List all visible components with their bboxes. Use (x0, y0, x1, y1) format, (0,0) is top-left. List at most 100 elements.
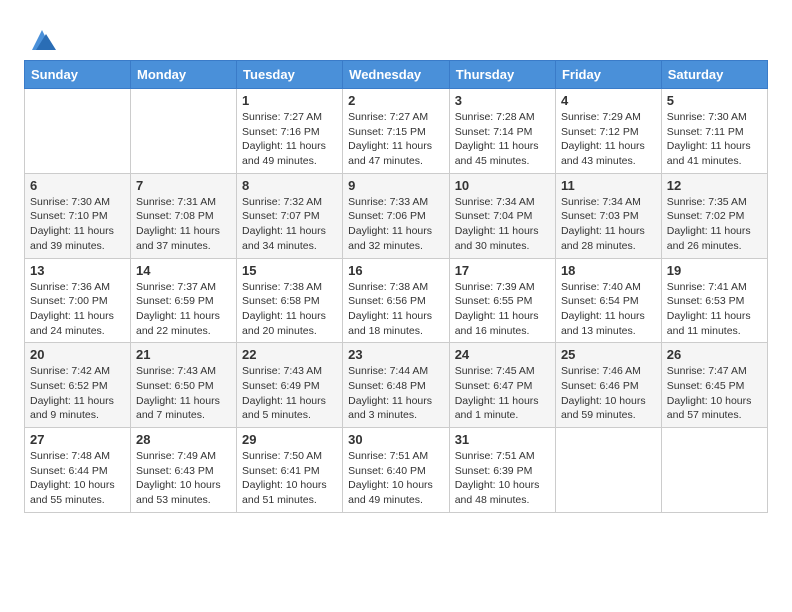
calendar-header-wednesday: Wednesday (343, 61, 450, 89)
day-number: 23 (348, 347, 444, 362)
day-number: 29 (242, 432, 337, 447)
day-number: 6 (30, 178, 125, 193)
calendar-cell: 17Sunrise: 7:39 AM Sunset: 6:55 PM Dayli… (449, 258, 555, 343)
day-info: Sunrise: 7:28 AM Sunset: 7:14 PM Dayligh… (455, 110, 550, 169)
calendar-cell: 9 Sunrise: 7:33 AM Sunset: 7:06 PM Daylig… (343, 173, 450, 258)
calendar-cell: 30 Sunrise: 7:51 AM Sunset: 6:40 PM Dayli… (343, 428, 450, 513)
day-info: Sunrise: 7:42 AM Sunset: 6:52 PM Dayligh… (30, 364, 125, 423)
day-number: 8 (242, 178, 337, 193)
calendar-cell: 3 Sunrise: 7:28 AM Sunset: 7:14 PM Daylig… (449, 89, 555, 174)
calendar-cell (25, 89, 131, 174)
calendar-cell: 1 Sunrise: 7:27 AM Sunset: 7:16 PM Daylig… (237, 89, 343, 174)
day-info: Sunrise: 7:34 AM Sunset: 7:03 PM Dayligh… (561, 195, 656, 254)
calendar-cell: 27 Sunrise: 7:48 AM Sunset: 6:44 PM Dayli… (25, 428, 131, 513)
day-number: 4 (561, 93, 656, 108)
calendar-cell (555, 428, 661, 513)
calendar-header-thursday: Thursday (449, 61, 555, 89)
calendar-cell: 13 Sunrise: 7:36 AM Sunset: 7:00 PM Dayli… (25, 258, 131, 343)
day-info: Sunrise: 7:30 AM Sunset: 7:10 PM Dayligh… (30, 195, 125, 254)
logo (24, 24, 56, 54)
day-number: 21 (136, 347, 231, 362)
day-info: Sunrise: 7:43 AM Sunset: 6:49 PM Dayligh… (242, 364, 337, 423)
day-number: 15 (242, 263, 337, 278)
calendar-week-row: 27 Sunrise: 7:48 AM Sunset: 6:44 PM Dayli… (25, 428, 768, 513)
day-info: Sunrise: 7:51 AM Sunset: 6:40 PM Dayligh… (348, 449, 444, 508)
calendar-cell: 26 Sunrise: 7:47 AM Sunset: 6:45 PM Dayli… (661, 343, 767, 428)
day-number: 2 (348, 93, 444, 108)
calendar-header-tuesday: Tuesday (237, 61, 343, 89)
day-info: Sunrise: 7:51 AM Sunset: 6:39 PM Dayligh… (455, 449, 550, 508)
day-info: Sunrise: 7:50 AM Sunset: 6:41 PM Dayligh… (242, 449, 337, 508)
day-number: 24 (455, 347, 550, 362)
day-info: Sunrise: 7:30 AM Sunset: 7:11 PM Dayligh… (667, 110, 762, 169)
day-number: 12 (667, 178, 762, 193)
calendar-cell: 5 Sunrise: 7:30 AM Sunset: 7:11 PM Daylig… (661, 89, 767, 174)
calendar-cell: 23Sunrise: 7:44 AM Sunset: 6:48 PM Dayli… (343, 343, 450, 428)
day-info: Sunrise: 7:27 AM Sunset: 7:16 PM Dayligh… (242, 110, 337, 169)
day-info: Sunrise: 7:33 AM Sunset: 7:06 PM Dayligh… (348, 195, 444, 254)
day-number: 14 (136, 263, 231, 278)
day-number: 27 (30, 432, 125, 447)
calendar-cell: 14 Sunrise: 7:37 AM Sunset: 6:59 PM Dayli… (131, 258, 237, 343)
calendar-cell: 8 Sunrise: 7:32 AM Sunset: 7:07 PM Daylig… (237, 173, 343, 258)
day-info: Sunrise: 7:46 AM Sunset: 6:46 PM Dayligh… (561, 364, 656, 423)
day-number: 16 (348, 263, 444, 278)
day-number: 19 (667, 263, 762, 278)
day-info: Sunrise: 7:49 AM Sunset: 6:43 PM Dayligh… (136, 449, 231, 508)
page-header (24, 20, 768, 54)
calendar-cell: 6 Sunrise: 7:30 AM Sunset: 7:10 PM Daylig… (25, 173, 131, 258)
calendar-cell: 21Sunrise: 7:43 AM Sunset: 6:50 PM Dayli… (131, 343, 237, 428)
day-info: Sunrise: 7:45 AM Sunset: 6:47 PM Dayligh… (455, 364, 550, 423)
day-info: Sunrise: 7:47 AM Sunset: 6:45 PM Dayligh… (667, 364, 762, 423)
logo-icon (28, 26, 56, 54)
calendar-cell: 4 Sunrise: 7:29 AM Sunset: 7:12 PM Daylig… (555, 89, 661, 174)
calendar-cell: 28 Sunrise: 7:49 AM Sunset: 6:43 PM Dayli… (131, 428, 237, 513)
day-number: 22 (242, 347, 337, 362)
calendar-table: SundayMondayTuesdayWednesdayThursdayFrid… (24, 60, 768, 513)
day-info: Sunrise: 7:37 AM Sunset: 6:59 PM Dayligh… (136, 280, 231, 339)
day-info: Sunrise: 7:36 AM Sunset: 7:00 PM Dayligh… (30, 280, 125, 339)
calendar-cell: 29 Sunrise: 7:50 AM Sunset: 6:41 PM Dayli… (237, 428, 343, 513)
day-number: 3 (455, 93, 550, 108)
calendar-header-friday: Friday (555, 61, 661, 89)
calendar-cell: 2 Sunrise: 7:27 AM Sunset: 7:15 PM Daylig… (343, 89, 450, 174)
day-number: 26 (667, 347, 762, 362)
calendar-cell: 12 Sunrise: 7:35 AM Sunset: 7:02 PM Dayli… (661, 173, 767, 258)
calendar-header-sunday: Sunday (25, 61, 131, 89)
calendar-cell: 24 Sunrise: 7:45 AM Sunset: 6:47 PM Dayli… (449, 343, 555, 428)
day-number: 20 (30, 347, 125, 362)
calendar-week-row: 20 Sunrise: 7:42 AM Sunset: 6:52 PM Dayli… (25, 343, 768, 428)
calendar-header-saturday: Saturday (661, 61, 767, 89)
day-number: 1 (242, 93, 337, 108)
day-info: Sunrise: 7:39 AM Sunset: 6:55 PM Dayligh… (455, 280, 550, 339)
day-number: 9 (348, 178, 444, 193)
calendar-week-row: 13 Sunrise: 7:36 AM Sunset: 7:00 PM Dayli… (25, 258, 768, 343)
calendar-header-row: SundayMondayTuesdayWednesdayThursdayFrid… (25, 61, 768, 89)
calendar-cell: 20 Sunrise: 7:42 AM Sunset: 6:52 PM Dayli… (25, 343, 131, 428)
calendar-cell (131, 89, 237, 174)
day-info: Sunrise: 7:34 AM Sunset: 7:04 PM Dayligh… (455, 195, 550, 254)
calendar-week-row: 6 Sunrise: 7:30 AM Sunset: 7:10 PM Daylig… (25, 173, 768, 258)
day-number: 13 (30, 263, 125, 278)
day-number: 10 (455, 178, 550, 193)
day-number: 30 (348, 432, 444, 447)
day-number: 7 (136, 178, 231, 193)
calendar-cell: 10 Sunrise: 7:34 AM Sunset: 7:04 PM Dayli… (449, 173, 555, 258)
day-number: 18 (561, 263, 656, 278)
day-number: 5 (667, 93, 762, 108)
day-number: 28 (136, 432, 231, 447)
day-info: Sunrise: 7:32 AM Sunset: 7:07 PM Dayligh… (242, 195, 337, 254)
day-info: Sunrise: 7:35 AM Sunset: 7:02 PM Dayligh… (667, 195, 762, 254)
calendar-cell: 22 Sunrise: 7:43 AM Sunset: 6:49 PM Dayli… (237, 343, 343, 428)
day-info: Sunrise: 7:29 AM Sunset: 7:12 PM Dayligh… (561, 110, 656, 169)
day-info: Sunrise: 7:41 AM Sunset: 6:53 PM Dayligh… (667, 280, 762, 339)
day-info: Sunrise: 7:27 AM Sunset: 7:15 PM Dayligh… (348, 110, 444, 169)
calendar-cell (661, 428, 767, 513)
calendar-header-monday: Monday (131, 61, 237, 89)
calendar-week-row: 1 Sunrise: 7:27 AM Sunset: 7:16 PM Daylig… (25, 89, 768, 174)
calendar-cell: 18Sunrise: 7:40 AM Sunset: 6:54 PM Dayli… (555, 258, 661, 343)
calendar-cell: 25 Sunrise: 7:46 AM Sunset: 6:46 PM Dayli… (555, 343, 661, 428)
day-number: 25 (561, 347, 656, 362)
day-number: 31 (455, 432, 550, 447)
day-info: Sunrise: 7:48 AM Sunset: 6:44 PM Dayligh… (30, 449, 125, 508)
